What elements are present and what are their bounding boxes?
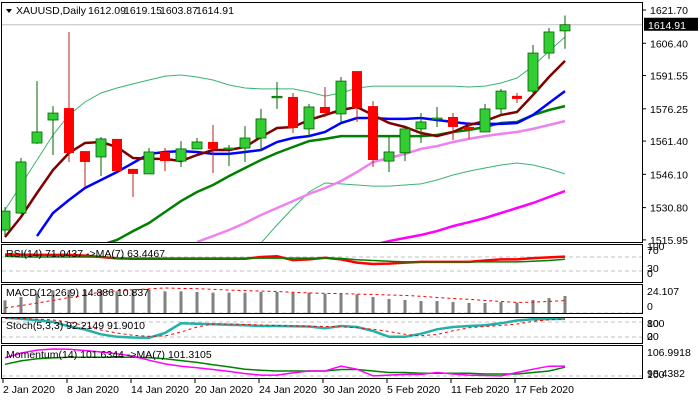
macd-label: MACD(12,26,9) 14.886 10.837 (6, 287, 149, 299)
ohlc-close: 1614.91 (196, 5, 234, 17)
macd-histogram-bar (419, 301, 423, 313)
price-axis-label: 1561.40 (650, 136, 688, 148)
date-axis-label: 30 Jan 2020 (323, 384, 381, 396)
candle-bullish (191, 141, 203, 150)
date-axis-label: 17 Feb 2020 (515, 384, 574, 396)
macd-histogram-bar (291, 292, 295, 313)
candle-bearish (112, 138, 122, 172)
candle-bullish (239, 137, 251, 149)
candle-bullish (303, 106, 315, 130)
macd-histogram-bar (483, 302, 487, 313)
price-axis-label: 1546.10 (650, 169, 688, 181)
candle-bullish (479, 108, 491, 133)
macd-histogram-bar (19, 297, 23, 313)
rsi-level-label: 0 (647, 268, 653, 280)
candle-bullish (271, 95, 283, 99)
macd-histogram-bar (451, 302, 455, 313)
macd-histogram-bar (499, 302, 503, 313)
candle-bullish (383, 151, 395, 162)
candle-bearish (160, 151, 170, 162)
candle-bullish (495, 90, 507, 110)
candle-bullish (223, 147, 235, 150)
macd-histogram-bar (467, 302, 471, 313)
price-axis-label: 1591.55 (650, 71, 688, 83)
price-axis-label: 1621.70 (650, 5, 688, 17)
macd-histogram-bar (339, 293, 343, 313)
macd-histogram-bar (547, 298, 551, 313)
macd-histogram-bar (403, 299, 407, 313)
candle-bullish (415, 121, 427, 130)
candle-bullish (559, 24, 571, 32)
candle-bearish (448, 116, 458, 127)
symbol-timeframe: XAUUSD,Daily (16, 5, 87, 17)
candle-bullish (95, 138, 107, 158)
candle-bullish (15, 161, 27, 214)
candle-bearish (352, 71, 362, 109)
macd-level-label: 24.107 (647, 286, 679, 298)
candle-bullish (255, 118, 267, 139)
ohlc-low: 1603.87 (160, 5, 198, 17)
stoch-label: Stoch(5,3,3) 92.2149 91.9010 (6, 320, 145, 332)
date-axis-label: 8 Jan 2020 (67, 384, 119, 396)
stoch-level-label: 80 (647, 318, 659, 330)
current-price-value: 1614.91 (648, 20, 686, 32)
macd-histogram-bar (323, 293, 327, 313)
macd-histogram-bar (563, 296, 567, 313)
price-axis-label: 1530.80 (650, 203, 688, 215)
candle-bullish (399, 128, 411, 154)
macd-level-label: 0 (647, 301, 653, 313)
background (0, 0, 700, 400)
candle-bullish (175, 148, 187, 162)
macd-histogram-bar (275, 292, 279, 313)
macd-histogram-bar (387, 298, 391, 313)
rsi-level-label: 70 (647, 245, 659, 257)
candle-bullish (143, 151, 155, 175)
macd-histogram-bar (515, 302, 519, 313)
macd-histogram-bar (355, 294, 359, 313)
date-axis-label: 2 Jan 2020 (3, 384, 55, 396)
candle-bearish (208, 141, 218, 149)
date-axis-label: 5 Feb 2020 (387, 384, 440, 396)
candle-bearish (128, 168, 138, 174)
candle-bullish (543, 31, 555, 54)
candle-bearish (80, 151, 90, 162)
macd-histogram-bar (195, 292, 199, 313)
macd-histogram-bar (435, 301, 439, 313)
macd-histogram-bar (243, 292, 247, 313)
ohlc-open: 1612.09 (88, 5, 126, 17)
candle-bearish (320, 106, 330, 114)
candle-bearish (512, 95, 522, 99)
macd-histogram-bar (371, 297, 375, 313)
momentum-level-label: 106.9918 (647, 347, 691, 359)
price-axis-label: 1606.40 (650, 38, 688, 50)
momentum-label: Momentum(14) 101.6344 ->MA(7) 101.3105 (6, 349, 212, 361)
macd-histogram-bar (3, 300, 7, 313)
candle-bearish (288, 96, 298, 129)
candle-bullish (527, 52, 539, 92)
date-axis-label: 14 Jan 2020 (131, 384, 189, 396)
date-axis-label: 20 Jan 2020 (195, 384, 253, 396)
candle-bullish (31, 131, 43, 144)
macd-histogram-bar (307, 292, 311, 313)
macd-histogram-bar (227, 292, 231, 313)
macd-histogram-bar (211, 292, 215, 313)
candle-bullish (335, 80, 347, 115)
momentum-level-label: 98.4382 (647, 368, 685, 380)
candle-bullish (431, 117, 443, 120)
macd-histogram-bar (259, 292, 263, 313)
ohlc-high: 1619.15 (124, 5, 162, 17)
macd-histogram-bar (179, 291, 183, 313)
trading-chart[interactable]: 1621.70 1606.40 1591.55 1576.25 1561.40 1546.… (0, 0, 700, 400)
rsi-label: RSI(14) 71.0437 ->MA(7) 63.4467 (6, 248, 165, 260)
date-axis-label: 11 Feb 2020 (451, 384, 509, 396)
candle-bearish (464, 126, 474, 130)
candle-bullish (47, 112, 59, 121)
price-axis-label: 1576.25 (650, 104, 688, 116)
stoch-level-label: 0 (647, 331, 653, 343)
candle-bearish (64, 108, 74, 154)
candle-bearish (368, 106, 378, 160)
macd-histogram-bar (163, 291, 167, 313)
date-axis-label: 24 Jan 2020 (259, 384, 317, 396)
